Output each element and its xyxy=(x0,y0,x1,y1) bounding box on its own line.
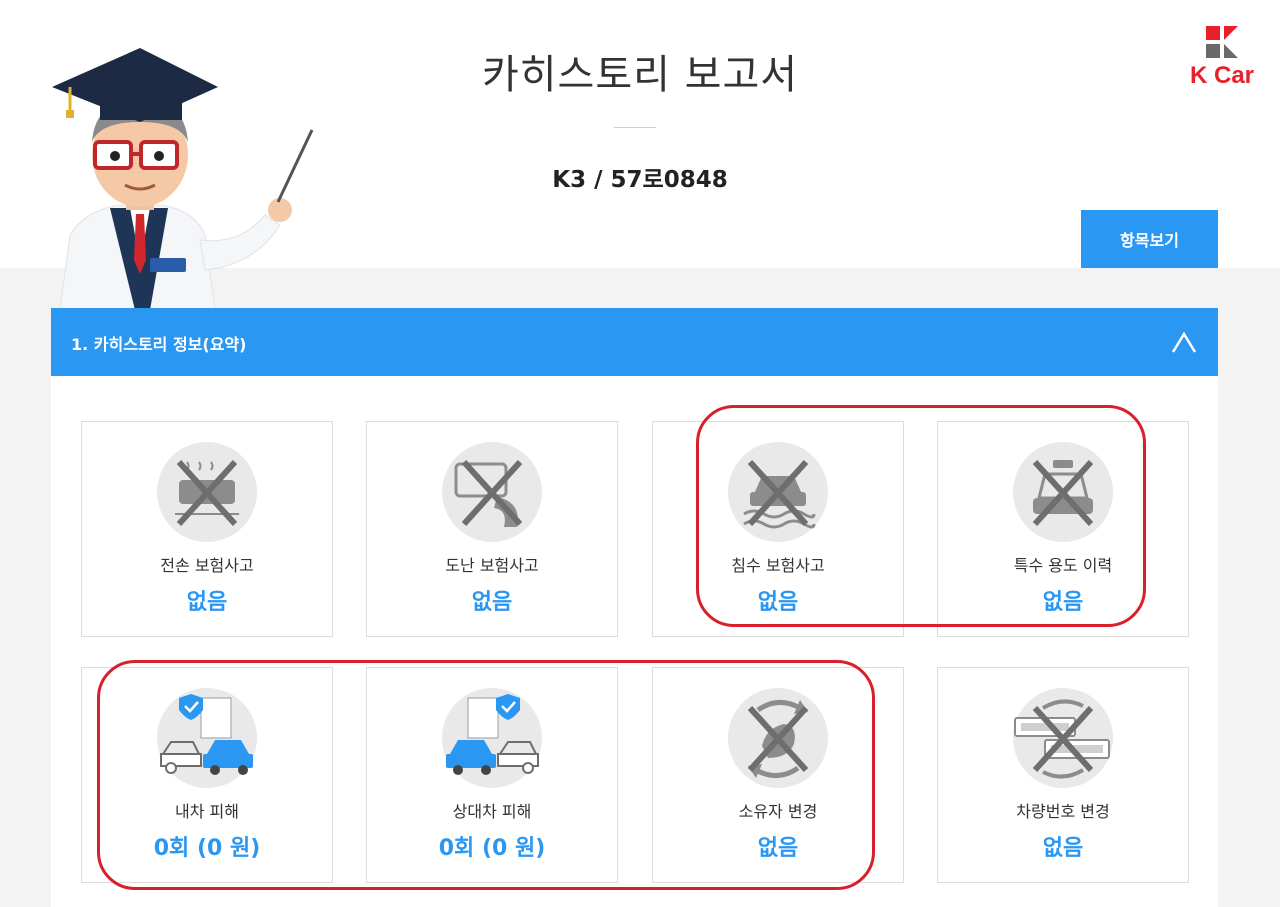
special-use-icon xyxy=(1013,442,1113,542)
plate-change-icon xyxy=(1013,688,1113,788)
summary-panel: 1. 카히스토리 정보(요약) 전손 보험사고 없음 도난 보험사고 없음 침수… xyxy=(51,308,1218,907)
card-value: 0회 (0 원) xyxy=(153,836,261,861)
other-damage-icon xyxy=(442,688,542,788)
section-title: 1. 카히스토리 정보(요약) xyxy=(71,335,247,354)
total-loss-icon xyxy=(157,442,257,542)
flood-icon xyxy=(728,442,828,542)
card-label: 차량번호 변경 xyxy=(1016,802,1110,821)
kcar-logo-mark-icon xyxy=(1206,26,1238,58)
own-damage-icon xyxy=(157,688,257,788)
title-divider xyxy=(614,127,656,128)
card-special-use: 특수 용도 이력 없음 xyxy=(937,421,1189,637)
kcar-logo-text: K Car xyxy=(1189,62,1255,89)
card-label: 전손 보험사고 xyxy=(160,556,254,575)
card-theft: 도난 보험사고 없음 xyxy=(366,421,618,637)
report-header: 카히스토리 보고서 K3 / 57로0848 K Car 항목보기 xyxy=(0,0,1280,310)
chevron-up-icon[interactable] xyxy=(1169,328,1199,356)
card-value: 없음 xyxy=(757,836,799,861)
view-items-button[interactable]: 항목보기 xyxy=(1081,210,1218,268)
card-plate-change: 차량번호 변경 없음 xyxy=(937,667,1189,883)
car-model-plate: K3 / 57로0848 xyxy=(552,167,728,193)
kcar-logo: K Car xyxy=(1188,26,1256,92)
report-title: 카히스토리 보고서 xyxy=(481,52,799,98)
owner-change-icon xyxy=(728,688,828,788)
card-other-damage: 상대차 피해 0회 (0 원) xyxy=(366,667,618,883)
card-own-damage: 내차 피해 0회 (0 원) xyxy=(81,667,333,883)
card-flood: 침수 보험사고 없음 xyxy=(652,421,904,637)
theft-icon xyxy=(442,442,542,542)
card-owner-change: 소유자 변경 없음 xyxy=(652,667,904,883)
card-value: 없음 xyxy=(1042,590,1084,615)
card-value: 없음 xyxy=(1042,836,1084,861)
card-label: 소유자 변경 xyxy=(738,802,818,821)
card-value: 0회 (0 원) xyxy=(438,836,546,861)
section-header[interactable]: 1. 카히스토리 정보(요약) xyxy=(51,308,1218,376)
card-label: 도난 보험사고 xyxy=(445,556,539,575)
card-label: 상대차 피해 xyxy=(452,802,532,821)
card-total-loss: 전손 보험사고 없음 xyxy=(81,421,333,637)
card-value: 없음 xyxy=(471,590,513,615)
card-label: 내차 피해 xyxy=(175,802,239,821)
card-label: 침수 보험사고 xyxy=(731,556,825,575)
card-value: 없음 xyxy=(757,590,799,615)
card-label: 특수 용도 이력 xyxy=(1013,556,1113,575)
card-value: 없음 xyxy=(186,590,228,615)
